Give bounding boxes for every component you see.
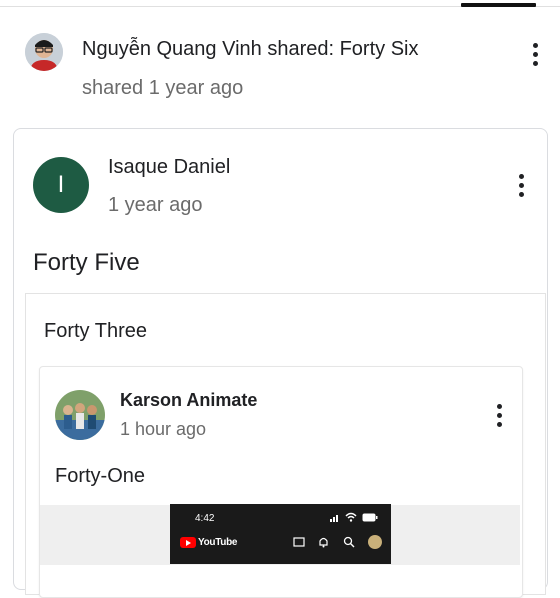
account-icon[interactable]: [368, 535, 382, 549]
author-avatar[interactable]: I: [33, 157, 89, 213]
user-photo-avatar-icon: [25, 33, 63, 71]
post-author[interactable]: Isaque Daniel: [108, 156, 230, 179]
status-time: 4:42: [195, 513, 215, 524]
post-body: Forty Five: [33, 249, 140, 276]
post-timestamp: 1 year ago: [108, 194, 203, 216]
group-photo-avatar-icon: [55, 390, 105, 440]
signal-icon: [330, 515, 338, 522]
nested-author-avatar[interactable]: [55, 390, 105, 440]
active-tab-indicator: [461, 3, 536, 7]
app-name: YouTube: [198, 537, 238, 548]
nested-post-timestamp: 1 hour ago: [120, 419, 207, 439]
shared-post-more-button[interactable]: [523, 36, 547, 72]
search-icon[interactable]: [343, 536, 355, 548]
embedded-post-body: Forty Three: [44, 320, 147, 342]
nested-post-body: Forty-One: [55, 465, 146, 487]
youtube-logo-icon: [180, 537, 196, 548]
wifi-icon: [345, 512, 357, 522]
media-screenshot[interactable]: 4:42 YouTube: [170, 504, 391, 564]
shared-title[interactable]: Nguyễn Quang Vinh shared: Forty Six: [82, 38, 418, 61]
author-avatar-initial: I: [57, 171, 65, 198]
post-more-button[interactable]: [509, 167, 533, 203]
battery-icon: [362, 513, 378, 522]
cast-icon[interactable]: [293, 537, 305, 548]
nested-post-more-button[interactable]: [487, 397, 511, 433]
sharer-avatar[interactable]: [25, 33, 63, 71]
nested-post-author[interactable]: Karson Animate: [120, 390, 257, 411]
shared-timestamp: shared 1 year ago: [82, 77, 244, 99]
bell-icon[interactable]: [318, 536, 329, 548]
